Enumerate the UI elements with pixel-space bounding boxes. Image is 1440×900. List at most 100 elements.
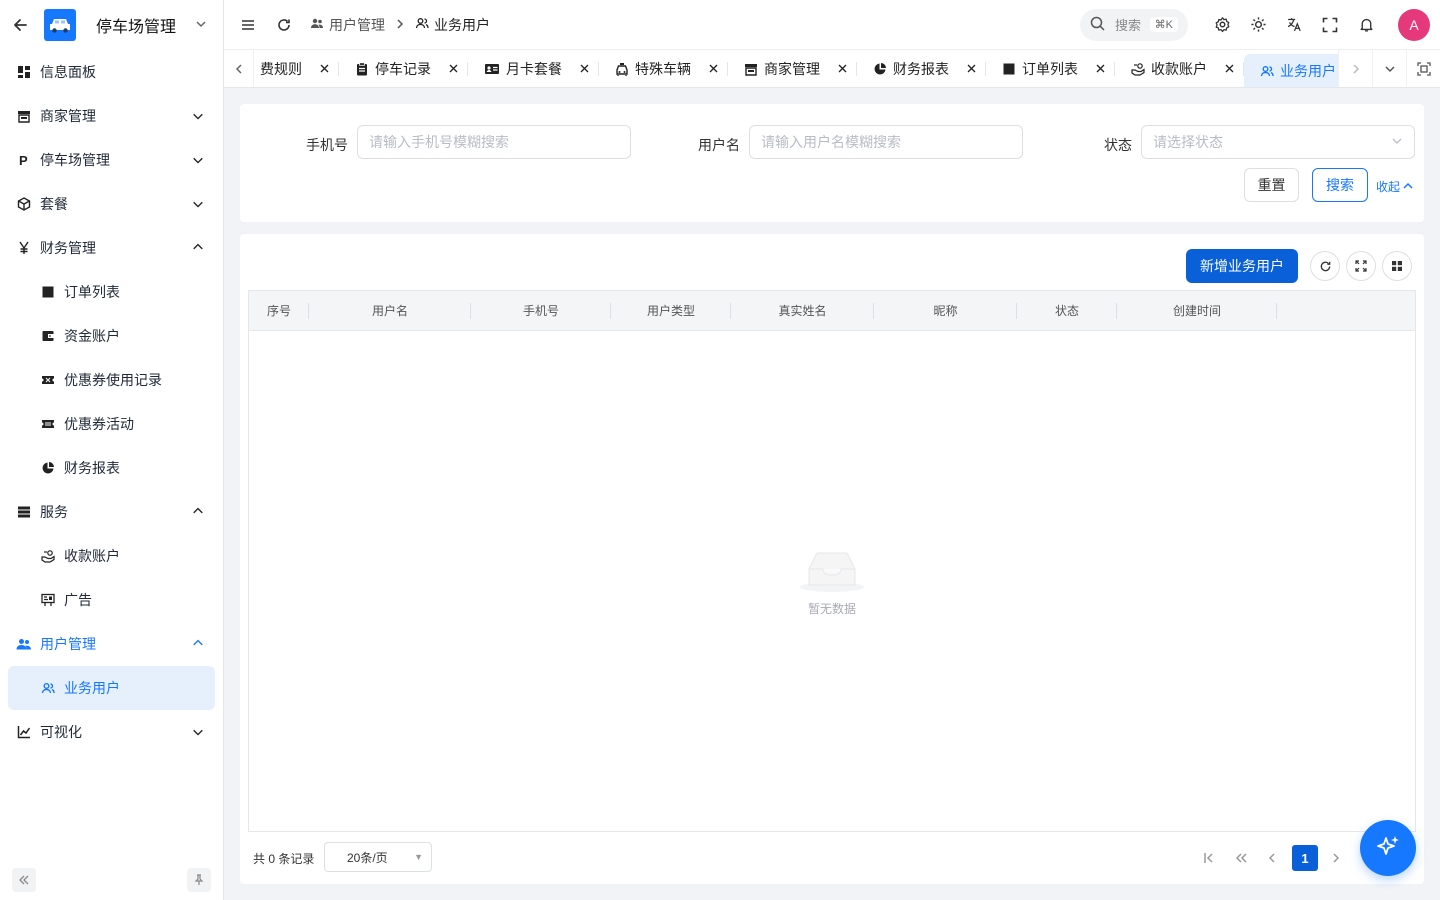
tab[interactable]: 月卡套餐 (468, 50, 599, 87)
tab[interactable]: 费规则 (254, 50, 339, 87)
table-refresh-icon[interactable] (1310, 251, 1340, 281)
table-header: 序号 用户名 手机号 用户类型 真实姓名 昵称 状态 创建时间 (249, 291, 1415, 331)
sidebar-item[interactable]: 财务管理 (8, 226, 215, 270)
pie-chart-icon (873, 62, 887, 76)
phone-input[interactable]: 请输入手机号模糊搜索 (357, 125, 631, 159)
chevron-up-icon (191, 637, 205, 651)
sidebar-item-label: 套餐 (40, 196, 68, 212)
column-settings-icon[interactable] (1382, 251, 1412, 281)
tab[interactable]: 商家管理 (728, 50, 857, 87)
page-size-select[interactable]: 20条/页 ▼ (324, 842, 432, 872)
translate-icon[interactable] (1276, 7, 1312, 43)
sun-icon[interactable] (1240, 7, 1276, 43)
sidebar-item[interactable]: 可视化 (8, 710, 215, 754)
card-icon (484, 62, 500, 76)
refresh-icon[interactable] (266, 7, 302, 43)
sidebar-item[interactable]: 财务报表 (8, 446, 215, 490)
username-input[interactable]: 请输入用户名模糊搜索 (749, 125, 1023, 159)
status-select[interactable]: 请选择状态 (1141, 125, 1415, 159)
tab[interactable]: 订单列表 (986, 50, 1115, 87)
column-header: 用户类型 (611, 291, 731, 330)
collapse-filters-link[interactable]: 收起 (1376, 178, 1413, 195)
tab[interactable]: 收款账户 (1115, 50, 1244, 87)
chevron-down-icon (191, 197, 205, 211)
column-header: 用户名 (309, 291, 471, 330)
close-icon[interactable] (1096, 61, 1105, 76)
package-icon (16, 196, 32, 212)
next-page-icon[interactable] (1324, 846, 1348, 870)
sidebar-item[interactable]: 服务 (8, 490, 215, 534)
close-icon[interactable] (449, 61, 458, 76)
square-icon (40, 284, 56, 300)
breadcrumb-item[interactable]: 用户管理 (310, 15, 385, 35)
sidebar-item-label: 停车场管理 (40, 152, 110, 168)
chart-icon (16, 724, 32, 740)
reset-button[interactable]: 重置 (1244, 168, 1299, 202)
chevron-right-icon (395, 18, 405, 32)
chevron-down-icon (1391, 134, 1403, 150)
pin-icon[interactable] (187, 868, 211, 892)
sidebar-item-label: 资金账户 (64, 328, 120, 344)
total-records: 共 0 条记录 (253, 852, 315, 866)
column-header: 昵称 (874, 291, 1017, 330)
global-search[interactable]: 搜索 ⌘K (1080, 8, 1188, 41)
sidebar-item[interactable]: 收款账户 (8, 534, 215, 578)
clipboard-icon (355, 61, 369, 76)
header-actions: 搜索 ⌘K A (1080, 7, 1440, 43)
tab[interactable]: 财务报表 (857, 50, 986, 87)
sidebar-item[interactable]: 订单列表 (8, 270, 215, 314)
sidebar-item-label: 用户管理 (40, 636, 96, 652)
parking-icon: P (16, 152, 32, 168)
tabs-scroll-right-icon[interactable] (1338, 50, 1372, 87)
sidebar-item[interactable]: 优惠券活动 (8, 402, 215, 446)
sidebar-item[interactable]: 信息面板 (8, 50, 215, 94)
sidebar-item[interactable]: 广告 (8, 578, 215, 622)
sidebar-item[interactable]: 用户管理 (8, 622, 215, 666)
sidebar-item[interactable]: 业务用户 (8, 666, 215, 710)
car-icon (615, 62, 629, 76)
sidebar-item[interactable]: 商家管理 (8, 94, 215, 138)
sidebar: 停车场管理 信息面板 商家管理 P 停车场管理套餐财务管理 订单列表资金账户优惠券使用记… (0, 0, 224, 900)
sidebar-item[interactable]: 优惠券使用记录 (8, 358, 215, 402)
sidebar-item[interactable]: P 停车场管理 (8, 138, 215, 182)
tabs-more-icon[interactable] (1372, 50, 1406, 87)
close-icon[interactable] (1225, 61, 1234, 76)
avatar[interactable]: A (1398, 8, 1430, 41)
first-page-icon[interactable] (1197, 846, 1221, 870)
sidebar-item[interactable]: 资金账户 (8, 314, 215, 358)
close-icon[interactable] (967, 61, 976, 76)
prev-page-icon[interactable] (1260, 846, 1284, 870)
back-arrow-icon[interactable] (10, 15, 30, 35)
chevron-down-icon (191, 109, 205, 123)
close-icon[interactable] (709, 61, 718, 76)
payment-icon (1131, 62, 1145, 76)
add-business-user-button[interactable]: 新增业务用户 (1186, 249, 1298, 283)
bell-icon[interactable] (1348, 7, 1384, 43)
fullscreen-icon[interactable] (1312, 7, 1348, 43)
menu-toggle-icon[interactable] (230, 7, 266, 43)
status-label: 状态 (1104, 137, 1132, 153)
tab[interactable]: 特殊车辆 (599, 50, 728, 87)
square-icon (1002, 62, 1016, 76)
tab-maximize-icon[interactable] (1406, 50, 1440, 87)
prev-group-icon[interactable] (1229, 846, 1253, 870)
tab-label: 商家管理 (764, 60, 820, 77)
collapse-sidebar-icon[interactable] (12, 868, 36, 892)
close-icon[interactable] (320, 61, 329, 76)
sidebar-item[interactable]: 套餐 (8, 182, 215, 226)
close-icon[interactable] (580, 61, 589, 76)
tab[interactable]: 业务用户 (1244, 54, 1338, 87)
tabs-scroll-left-icon[interactable] (224, 50, 254, 87)
table-fullscreen-icon[interactable] (1346, 251, 1376, 281)
search-button[interactable]: 搜索 (1312, 168, 1368, 202)
tab[interactable]: 停车记录 (339, 50, 468, 87)
users-icon (16, 636, 32, 652)
ai-assistant-button[interactable] (1360, 820, 1416, 876)
app-logo (44, 9, 76, 41)
settings-icon[interactable] (1204, 7, 1240, 43)
column-header: 创建时间 (1117, 291, 1277, 330)
chevron-down-icon[interactable] (195, 18, 207, 33)
current-page[interactable]: 1 (1292, 845, 1318, 871)
table-card: 新增业务用户 序号 用户名 手机号 用户类型 真实姓名 昵称 状态 创建时间 暂无数据 共 0… (240, 234, 1424, 884)
close-icon[interactable] (838, 61, 847, 76)
